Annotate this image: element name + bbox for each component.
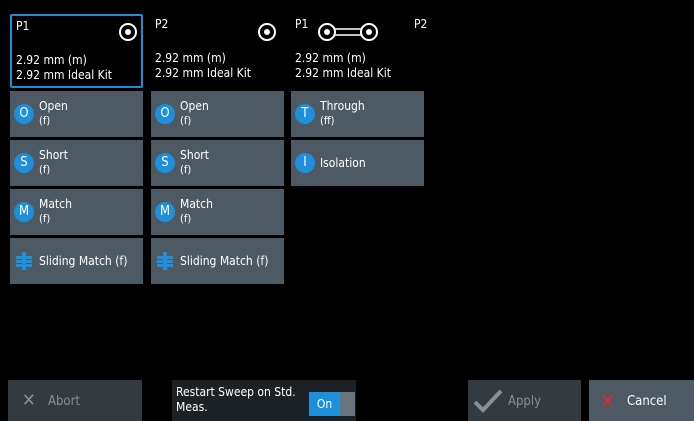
open-badge-icon: O <box>14 104 34 124</box>
apply-button[interactable]: Apply <box>468 380 581 421</box>
sliding-match-icon <box>157 252 173 270</box>
port-p1-p2-header[interactable]: P1 P2 2.92 mm (m) 2.92 mm Ideal Kit <box>291 14 431 88</box>
match-badge-icon: M <box>14 202 34 222</box>
port-p2-header[interactable]: P2 2.92 mm (m) 2.92 mm Ideal Kit <box>151 14 284 88</box>
match-badge-icon: M <box>155 202 175 222</box>
restart-sweep-label: Restart Sweep on Std. Meas. <box>176 385 296 414</box>
standard-name: Isolation <box>320 156 366 170</box>
connector-type: 2.92 mm (m) <box>16 53 87 67</box>
standard-gender: (f) <box>39 163 51 176</box>
cal-kit-name: 2.92 mm Ideal Kit <box>16 68 112 82</box>
standard-name: Sliding Match (f) <box>180 254 269 268</box>
p1-short-button[interactable]: S Short (f) <box>10 140 143 186</box>
isolation-button[interactable]: I Isolation <box>291 140 424 186</box>
standard-name: Short <box>39 148 68 162</box>
through-button[interactable]: T Through (ff) <box>291 91 424 137</box>
port-connector-icon <box>258 23 276 41</box>
standard-name: Match <box>180 197 213 211</box>
standard-name: Short <box>180 148 209 162</box>
standard-gender: (ff) <box>320 114 335 127</box>
open-badge-icon: O <box>155 104 175 124</box>
standard-name: Match <box>39 197 72 211</box>
standard-name: Open <box>39 99 68 113</box>
sliding-match-icon <box>16 252 32 270</box>
apply-label: Apply <box>508 394 542 409</box>
port-title-left: P1 <box>295 17 309 31</box>
port-title-right: P2 <box>414 17 428 31</box>
toggle-state: On <box>309 392 340 416</box>
through-badge-icon: T <box>295 104 315 124</box>
cancel-button[interactable]: ✕ Cancel <box>589 380 694 421</box>
p2-match-button[interactable]: M Match (f) <box>151 189 284 235</box>
through-connection-icon <box>318 23 378 41</box>
abort-label: Abort <box>48 394 80 409</box>
connector-type: 2.92 mm (m) <box>295 51 366 65</box>
bottom-action-bar: ✕ Abort Restart Sweep on Std. Meas. On A… <box>0 380 694 421</box>
isolation-badge-icon: I <box>295 153 315 173</box>
restart-sweep-control: Restart Sweep on Std. Meas. On <box>172 380 356 421</box>
standard-name: Sliding Match (f) <box>39 254 128 268</box>
toggle-knob <box>340 392 355 416</box>
checkmark-icon <box>473 389 503 413</box>
cancel-label: Cancel <box>627 394 667 409</box>
cal-kit-name: 2.92 mm Ideal Kit <box>155 66 251 80</box>
p2-open-button[interactable]: O Open (f) <box>151 91 284 137</box>
p1-open-button[interactable]: O Open (f) <box>10 91 143 137</box>
p1-match-button[interactable]: M Match (f) <box>10 189 143 235</box>
p2-sliding-match-button[interactable]: Sliding Match (f) <box>151 238 284 284</box>
standard-gender: (f) <box>39 212 51 225</box>
standard-name: Open <box>180 99 209 113</box>
short-badge-icon: S <box>155 153 175 173</box>
port-title: P1 <box>16 19 30 33</box>
port-connector-icon <box>119 23 137 41</box>
close-icon: ✕ <box>600 389 616 413</box>
restart-sweep-toggle[interactable]: On <box>309 392 355 416</box>
port-p1-header[interactable]: P1 2.92 mm (m) 2.92 mm Ideal Kit <box>10 14 143 88</box>
p1-sliding-match-button[interactable]: Sliding Match (f) <box>10 238 143 284</box>
connector-type: 2.92 mm (m) <box>155 51 226 65</box>
cal-kit-name: 2.92 mm Ideal Kit <box>295 66 391 80</box>
standard-gender: (f) <box>180 114 192 127</box>
standard-gender: (f) <box>180 212 192 225</box>
standard-gender: (f) <box>180 163 192 176</box>
p2-short-button[interactable]: S Short (f) <box>151 140 284 186</box>
standard-gender: (f) <box>39 114 51 127</box>
abort-button[interactable]: ✕ Abort <box>8 380 142 421</box>
standard-name: Through <box>320 99 365 113</box>
short-badge-icon: S <box>14 153 34 173</box>
close-icon: ✕ <box>22 390 36 411</box>
port-title: P2 <box>155 17 169 31</box>
